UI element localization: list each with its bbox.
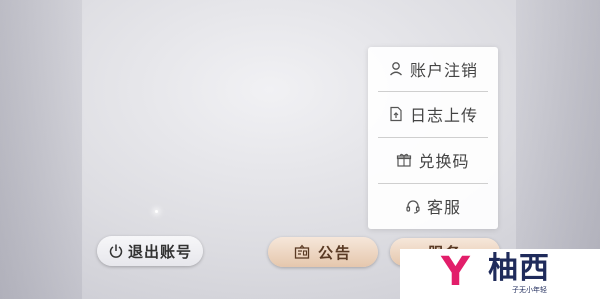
menu-item-redeem-code[interactable]: 兑换码 bbox=[378, 138, 488, 182]
menu-item-label: 日志上传 bbox=[409, 106, 478, 125]
notice-board-icon bbox=[294, 244, 310, 260]
settings-menu: 账户注销 日志上传 兑换码 客服 bbox=[368, 47, 498, 229]
logout-label: 退出账号 bbox=[127, 242, 192, 261]
watermark-logo: Y bbox=[441, 249, 470, 295]
menu-item-account-cancel[interactable]: 账户注销 bbox=[378, 47, 488, 91]
headset-icon bbox=[405, 198, 421, 214]
upload-document-icon bbox=[388, 106, 404, 122]
menu-item-label: 客服 bbox=[426, 198, 461, 217]
watermark-subtitle: 子无小年轻 bbox=[512, 286, 547, 294]
watermark-brand: 柚西 bbox=[488, 251, 550, 286]
notice-button[interactable]: 公告 bbox=[268, 237, 378, 267]
power-icon bbox=[108, 243, 124, 259]
menu-item-label: 兑换码 bbox=[418, 152, 470, 171]
logout-button[interactable]: 退出账号 bbox=[97, 236, 203, 266]
user-icon bbox=[388, 61, 404, 77]
menu-item-customer-service[interactable]: 客服 bbox=[378, 184, 488, 228]
menu-item-log-upload[interactable]: 日志上传 bbox=[378, 92, 488, 136]
menu-item-label: 账户注销 bbox=[409, 61, 478, 80]
sparkle-decoration bbox=[155, 210, 158, 213]
left-side-panel bbox=[0, 0, 82, 299]
gift-icon bbox=[396, 152, 412, 168]
notice-label: 公告 bbox=[317, 243, 352, 262]
